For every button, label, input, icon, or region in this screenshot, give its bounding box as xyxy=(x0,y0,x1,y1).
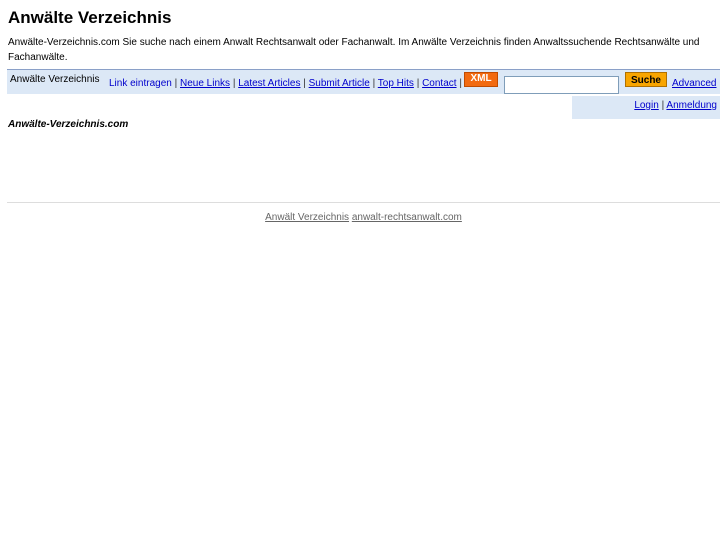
footer-link-verzeichnis[interactable]: Anwält Verzeichnis xyxy=(265,212,349,223)
divider xyxy=(7,202,720,203)
search-input[interactable] xyxy=(504,76,619,94)
link-eintragen[interactable]: Link eintragen xyxy=(109,78,172,89)
register-link[interactable]: Anmeldung xyxy=(666,100,717,111)
nav-bar: Anwälte Verzeichnis Link eintragen | Neu… xyxy=(7,69,720,94)
site-name: Anwälte-Verzeichnis.com xyxy=(8,119,129,130)
link-neue-links[interactable]: Neue Links xyxy=(180,78,230,89)
description: Anwälte-Verzeichnis.com Sie suche nach e… xyxy=(8,37,700,63)
separator: | xyxy=(174,78,178,89)
login-link[interactable]: Login xyxy=(634,100,658,111)
search-button[interactable]: Suche xyxy=(625,72,667,87)
link-top-hits[interactable]: Top Hits xyxy=(378,78,414,89)
nav-brand: Anwälte Verzeichnis xyxy=(10,74,100,85)
nav-links: Link eintragen | Neue Links | Latest Art… xyxy=(109,78,462,89)
separator: | xyxy=(372,78,376,89)
separator: | xyxy=(661,100,665,111)
separator: | xyxy=(459,78,462,89)
advanced-search-link[interactable]: Advanced xyxy=(672,78,716,89)
link-submit-article[interactable]: Submit Article xyxy=(309,78,370,89)
separator: | xyxy=(416,78,420,89)
footer: Anwält Verzeichnis anwalt-rechtsanwalt.c… xyxy=(0,212,727,223)
footer-link-domain[interactable]: anwalt-rechtsanwalt.com xyxy=(352,212,462,223)
xml-feed-icon[interactable]: XML xyxy=(464,72,498,87)
page-title: Anwälte Verzeichnis xyxy=(8,8,172,27)
link-contact[interactable]: Contact xyxy=(422,78,456,89)
link-latest-articles[interactable]: Latest Articles xyxy=(238,78,300,89)
separator: | xyxy=(232,78,236,89)
user-bar: Login | Anmeldung xyxy=(572,96,720,119)
separator: | xyxy=(303,78,306,89)
